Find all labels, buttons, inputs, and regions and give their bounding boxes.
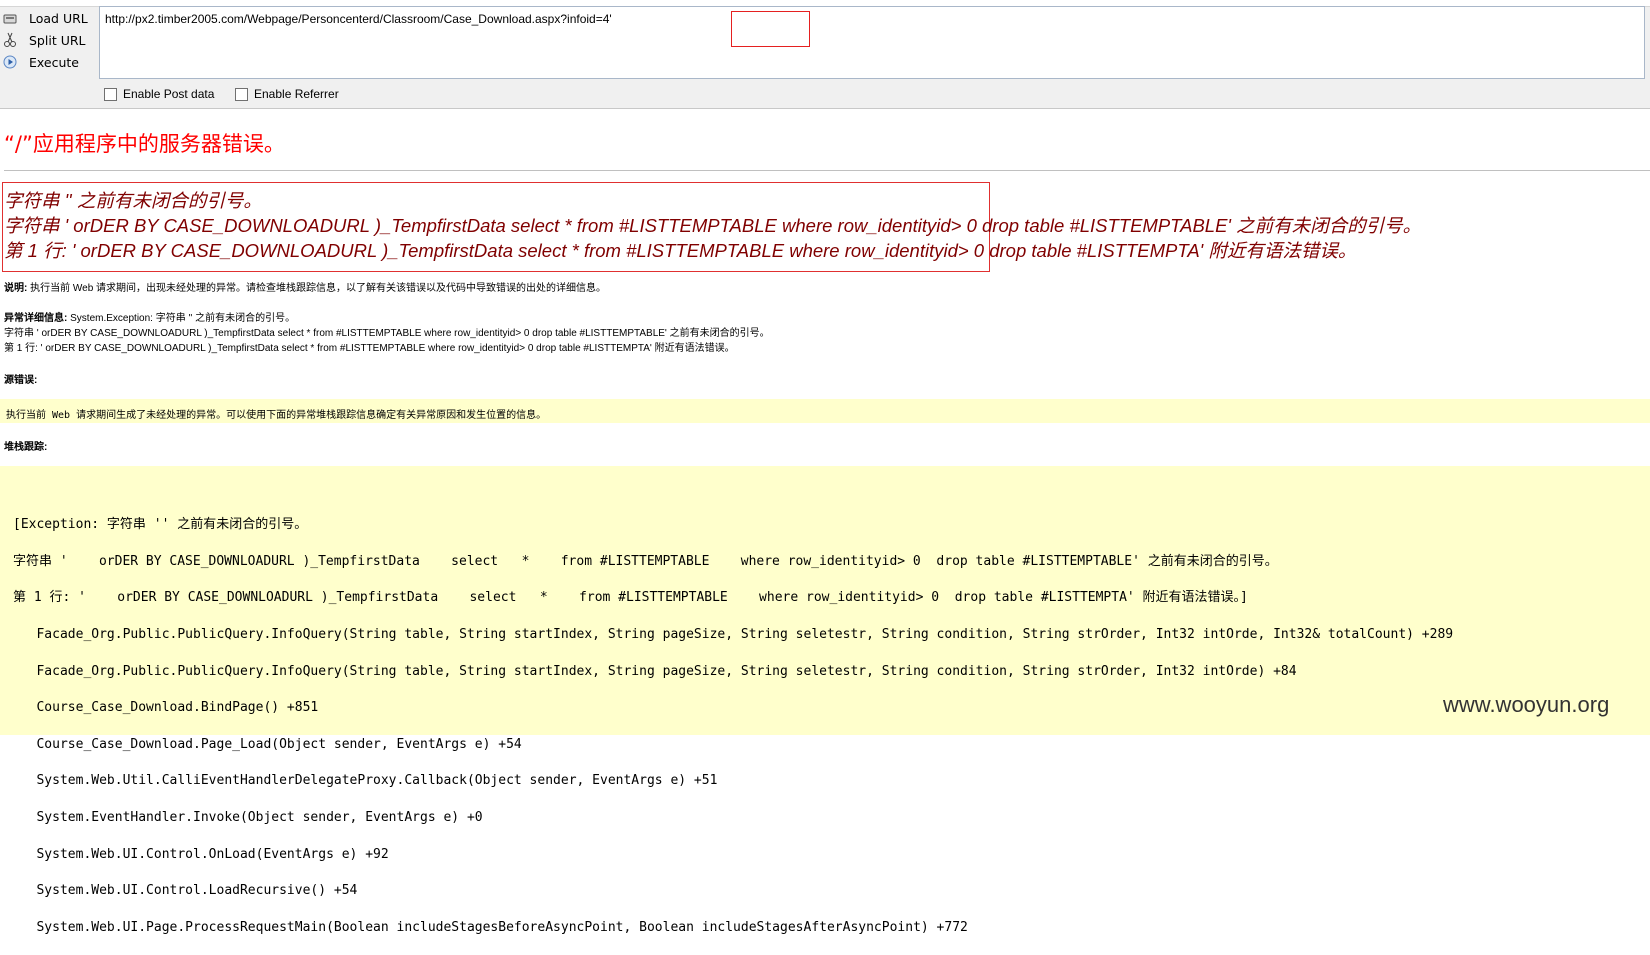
stack-trace-line: Course_Case_Download.BindPage() +851 [13,700,319,716]
description-row: 说明: 执行当前 Web 请求期间，出现未经处理的异常。请检查堆栈跟踪信息，以了… [4,279,606,294]
exception-line-1: System.Exception: 字符串 '' 之前有未闭合的引号。 [70,313,296,324]
source-error-label: 源错误: [4,375,38,386]
stack-trace-line: System.Web.Util.CalliEventHandlerDelegat… [13,773,718,789]
watermark: www.wooyun.org [1443,692,1610,717]
source-error-text: 执行当前 Web 请求期间生成了未经处理的异常。可以使用下面的异常堆栈跟踪信息确… [6,410,547,421]
hackbar-toolbar: Load URL Split URL Execute http://px2.ti… [0,0,1650,109]
execute-button[interactable]: Execute [0,51,92,73]
injection-highlight-box [731,11,810,47]
exception-line-2: 字符串 ' orDER BY CASE_DOWNLOADURL )_Tempfi… [4,328,770,339]
split-url-button[interactable]: Split URL [0,29,92,51]
enable-post-option[interactable]: Enable Post data [104,87,214,101]
description-text: 执行当前 Web 请求期间，出现未经处理的异常。请检查堆栈跟踪信息，以了解有关该… [30,283,607,294]
stack-trace-line: Facade_Org.Public.PublicQuery.InfoQuery(… [13,627,1454,643]
url-text: http://px2.timber2005.com/Webpage/Person… [105,12,612,26]
exception-row: 异常详细信息: System.Exception: 字符串 '' 之前有未闭合的… [4,309,295,324]
error-message-line-2: 字符串 ' orDER BY CASE_DOWNLOADURL )_Tempfi… [4,215,1422,236]
stack-trace-line: System.EventHandler.Invoke(Object sender… [13,810,483,826]
stack-trace-line: System.Web.UI.Page.ProcessRequestMain(Bo… [13,919,968,935]
execute-icon [1,53,19,71]
enable-referrer-option[interactable]: Enable Referrer [235,87,339,101]
error-message-line-3: 第 1 行: ' orDER BY CASE_DOWNLOADURL )_Tem… [4,240,1357,261]
enable-post-checkbox[interactable] [104,87,117,101]
description-label: 说明: [4,283,28,294]
load-url-icon [1,9,19,27]
load-url-button[interactable]: Load URL [0,7,92,29]
error-title: “/”应用程序中的服务器错误。 [4,132,285,156]
enable-referrer-checkbox[interactable] [235,87,248,101]
stack-trace-line: 字符串 ' orDER BY CASE_DOWNLOADURL )_Tempfi… [13,553,1278,569]
exception-label: 异常详细信息: [4,313,68,324]
stack-trace-line: [Exception: 字符串 '' 之前有未闭合的引号。 [13,517,308,533]
stack-trace-line: System.Web.UI.Control.OnLoad(EventArgs e… [13,846,389,862]
stack-trace-block: [Exception: 字符串 '' 之前有未闭合的引号。 字符串 ' orDE… [13,498,1453,955]
split-url-icon [1,31,19,49]
stack-trace-line: Course_Case_Download.Page_Load(Object se… [13,736,522,752]
stack-trace-line: Facade_Org.Public.PublicQuery.InfoQuery(… [13,663,1297,679]
enable-post-label: Enable Post data [123,87,215,101]
error-message-line-1: 字符串 '' 之前有未闭合的引号。 [4,190,262,211]
stack-trace-label: 堆栈跟踪: [4,442,48,453]
enable-referrer-label: Enable Referrer [254,87,339,101]
url-textarea[interactable]: http://px2.timber2005.com/Webpage/Person… [99,6,1645,79]
exception-line-3: 第 1 行: ' orDER BY CASE_DOWNLOADURL )_Tem… [4,343,735,354]
title-divider [4,170,1650,171]
stack-trace-line: 第 1 行: ' orDER BY CASE_DOWNLOADURL )_Tem… [13,590,1248,606]
stack-trace-line: System.Web.UI.Control.LoadRecursive() +5… [13,883,358,899]
